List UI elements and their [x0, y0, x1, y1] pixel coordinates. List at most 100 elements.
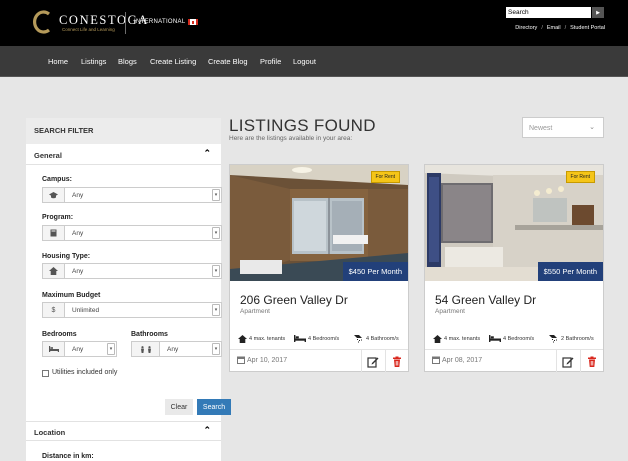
- bedrooms-feature: 4 Bedroom/s: [489, 335, 534, 342]
- footer-divider: [385, 350, 386, 373]
- site-search-input[interactable]: [506, 7, 591, 18]
- home-icon: [238, 335, 247, 343]
- utilities-checkbox-label[interactable]: Utilities included only: [52, 369, 117, 376]
- dropdown-arrow-icon: ▾: [212, 265, 220, 277]
- listing-photo[interactable]: For Rent $450 Per Month: [230, 165, 408, 281]
- bathrooms-value: Any: [167, 345, 179, 353]
- listing-type: Apartment: [435, 308, 465, 315]
- canada-flag-icon: [188, 19, 198, 25]
- bedrooms-text: 4 Bedroom/s: [503, 335, 535, 342]
- budget-value: Unlimited: [72, 306, 100, 314]
- tenants-feature: 4 max. tenants: [238, 335, 285, 343]
- site-header: CONESTOGA Connect Life and Learning INTE…: [0, 0, 628, 46]
- graduation-cap-icon: [43, 188, 65, 202]
- conestoga-logo-icon[interactable]: [33, 10, 53, 34]
- bathrooms-label: Bathrooms: [131, 331, 168, 338]
- listing-title[interactable]: 206 Green Valley Dr: [240, 293, 348, 307]
- budget-label: Maximum Budget: [42, 292, 101, 299]
- delete-icon[interactable]: [586, 356, 598, 368]
- nav-home[interactable]: Home: [48, 57, 68, 66]
- location-section-header[interactable]: Location ⌃: [26, 421, 221, 441]
- listing-date-text: Apr 08, 2017: [442, 356, 483, 364]
- chevron-up-icon[interactable]: ⌃: [203, 148, 211, 159]
- listing-date: Apr 10, 2017: [237, 356, 287, 364]
- bedrooms-value: Any: [72, 345, 84, 353]
- listing-card[interactable]: For Rent $450 Per Month 206 Green Valley…: [229, 164, 409, 373]
- nav-listings[interactable]: Listings: [81, 57, 106, 66]
- nav-profile[interactable]: Profile: [260, 57, 281, 66]
- bathrooms-select[interactable]: Any ▾: [131, 341, 222, 357]
- nav-create-listing[interactable]: Create Listing: [150, 57, 196, 66]
- sort-select[interactable]: Newest ⌄: [522, 117, 604, 138]
- site-search-button[interactable]: ▶: [592, 7, 604, 18]
- utilities-checkbox[interactable]: [42, 370, 49, 377]
- listing-type: Apartment: [240, 308, 270, 315]
- price-label: $550 Per Month: [537, 262, 603, 281]
- housing-type-label: Housing Type:: [42, 253, 91, 260]
- tenants-text: 4 max. tenants: [249, 336, 286, 342]
- listing-date-text: Apr 10, 2017: [247, 356, 288, 364]
- bedrooms-select[interactable]: Any ▾: [42, 341, 117, 357]
- student-portal-link[interactable]: Student Portal: [570, 25, 605, 31]
- clear-button[interactable]: Clear: [165, 399, 193, 415]
- listing-footer: Apr 08, 2017: [425, 349, 603, 373]
- listing-footer: Apr 10, 2017: [230, 349, 408, 373]
- logo-divider: [125, 12, 126, 34]
- calendar-icon: [237, 356, 245, 364]
- dropdown-arrow-icon: ▾: [212, 227, 220, 239]
- dropdown-arrow-icon: ▾: [107, 343, 115, 355]
- program-value: Any: [72, 229, 84, 237]
- housing-type-select[interactable]: Any ▾: [42, 263, 222, 279]
- edit-icon[interactable]: [367, 356, 379, 368]
- bedrooms-text: 4 Bedroom/s: [308, 335, 340, 342]
- listing-title[interactable]: 54 Green Valley Dr: [435, 293, 536, 307]
- brand-tagline: Connect Life and Learning: [62, 27, 115, 32]
- program-select[interactable]: Any ▾: [42, 225, 222, 241]
- page-title: LISTINGS FOUND: [229, 116, 376, 135]
- book-icon: [43, 226, 65, 240]
- budget-select[interactable]: $ Unlimited ▾: [42, 302, 222, 318]
- main-nav: Home Listings Blogs Create Listing Creat…: [0, 46, 628, 77]
- footer-divider: [361, 350, 362, 373]
- international-label: INTERNATIONAL: [134, 19, 186, 25]
- campus-label: Campus:: [42, 176, 72, 183]
- listing-card[interactable]: For Rent $550 Per Month 54 Green Valley …: [424, 164, 604, 373]
- chevron-down-icon: ⌄: [589, 124, 595, 131]
- dropdown-arrow-icon: ▾: [212, 343, 220, 355]
- search-filter-title: SEARCH FILTER: [26, 118, 221, 144]
- footer-divider: [580, 350, 581, 373]
- campus-value: Any: [72, 191, 84, 199]
- nav-logout[interactable]: Logout: [293, 57, 316, 66]
- for-rent-badge: For Rent: [565, 171, 595, 183]
- bed-icon: [43, 342, 65, 356]
- nav-blogs[interactable]: Blogs: [118, 57, 137, 66]
- directory-link[interactable]: Directory: [515, 25, 537, 31]
- email-link[interactable]: Email: [547, 25, 561, 31]
- chevron-up-icon[interactable]: ⌃: [203, 425, 211, 436]
- bathrooms-feature: 4 Bathroom/s: [354, 335, 399, 343]
- distance-label: Distance in km:: [42, 453, 94, 460]
- footer-divider: [556, 350, 557, 373]
- listing-photo[interactable]: For Rent $550 Per Month: [425, 165, 603, 281]
- for-rent-badge: For Rent: [370, 171, 400, 183]
- bathrooms-feature: 2 Bathroom/s: [549, 335, 594, 343]
- price-label: $450 Per Month: [342, 262, 408, 281]
- utility-separator: /: [564, 25, 567, 31]
- dropdown-arrow-icon: ▾: [212, 304, 220, 316]
- sort-value: Newest: [529, 125, 553, 132]
- nav-create-blog[interactable]: Create Blog: [208, 57, 248, 66]
- bathrooms-text: 4 Bathroom/s: [366, 336, 399, 342]
- shower-icon: [354, 335, 362, 343]
- delete-icon[interactable]: [391, 356, 403, 368]
- general-section-header[interactable]: General ⌃: [26, 145, 221, 165]
- shower-icon: [549, 335, 557, 343]
- dollar-addon: $: [43, 303, 65, 317]
- program-label: Program:: [42, 214, 74, 221]
- home-icon: [43, 264, 65, 278]
- search-filter-panel: SEARCH FILTER General ⌃ Campus: Any ▾ Pr…: [26, 118, 231, 461]
- page-subtitle: Here are the listings available in your …: [229, 135, 353, 142]
- edit-icon[interactable]: [562, 356, 574, 368]
- bed-icon: [489, 335, 501, 342]
- campus-select[interactable]: Any ▾: [42, 187, 222, 203]
- search-button[interactable]: Search: [197, 399, 231, 415]
